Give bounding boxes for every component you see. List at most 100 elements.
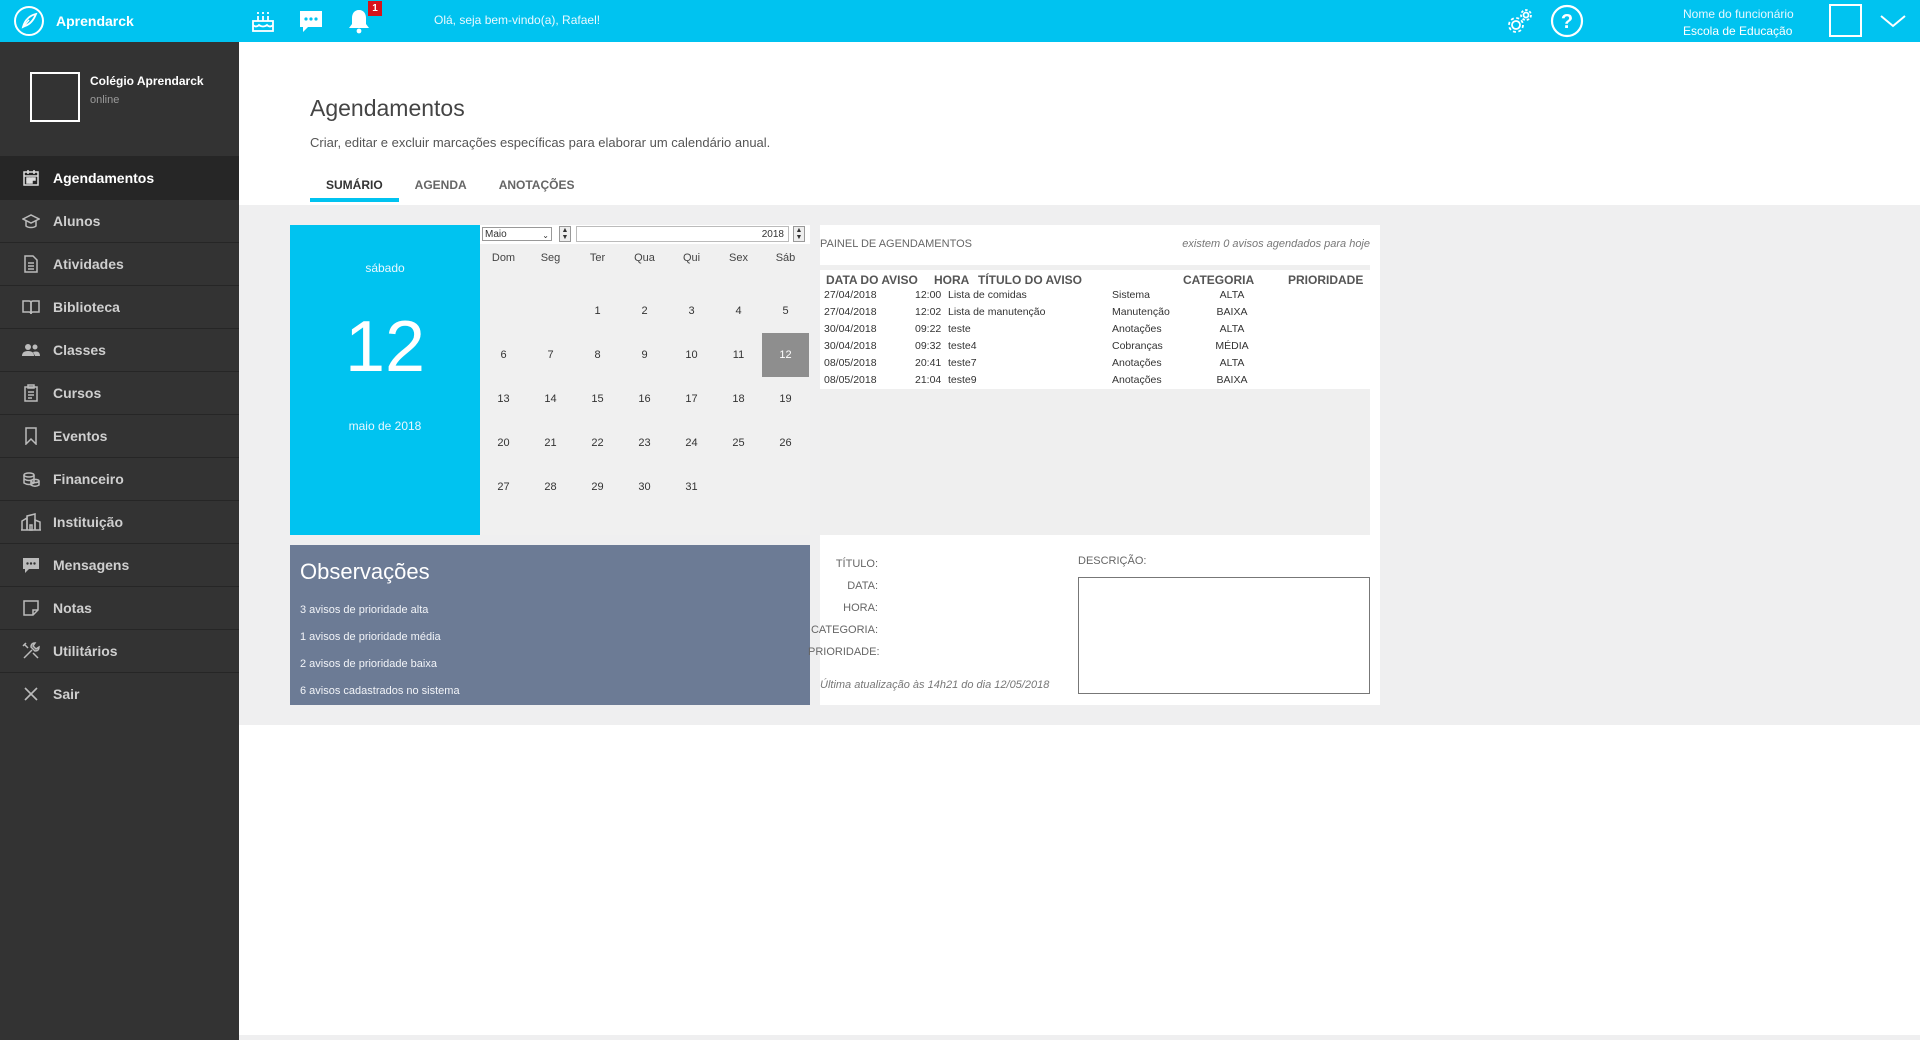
clipboard-icon — [21, 383, 41, 403]
column-header[interactable]: DATA DO AVISO — [826, 273, 918, 287]
observation-line: 1 avisos de prioridade média — [300, 631, 441, 643]
year-input[interactable]: 2018 — [576, 226, 789, 242]
column-header[interactable]: HORA — [934, 273, 969, 287]
calendar-day[interactable]: 9 — [621, 333, 668, 377]
today-count: existem 0 avisos agendados para hoje — [1182, 238, 1370, 250]
sidebar-item-financeiro[interactable]: Financeiro — [0, 457, 239, 500]
calendar-day[interactable]: 25 — [715, 421, 762, 465]
calendar-day[interactable]: 8 — [574, 333, 621, 377]
calendar-day[interactable]: 23 — [621, 421, 668, 465]
table-row[interactable]: 08/05/2018 20:41 teste7 Anotações ALTA — [820, 355, 1370, 372]
calendar-day[interactable]: 16 — [621, 377, 668, 421]
column-header[interactable]: PRIORIDADE — [1288, 273, 1363, 287]
calendar-day[interactable]: 7 — [527, 333, 574, 377]
calendar-day[interactable]: 1 — [574, 289, 621, 333]
description-box[interactable] — [1078, 577, 1370, 694]
calendar-day[interactable]: 11 — [715, 333, 762, 377]
sidebar-item-biblioteca[interactable]: Biblioteca — [0, 285, 239, 328]
column-header[interactable]: TÍTULO DO AVISO — [978, 273, 1082, 287]
top-bar: Aprendarck 1 Olá, seja bem-vindo(a), Raf… — [0, 0, 1920, 42]
tab-agenda[interactable]: AGENDA — [399, 176, 483, 204]
weekday-label: Qui — [682, 252, 701, 264]
calendar-day[interactable]: 26 — [762, 421, 809, 465]
table-cell: BAIXA — [1216, 374, 1248, 386]
chevron-down-icon[interactable] — [1878, 4, 1908, 38]
sidebar-item-atividades[interactable]: Atividades — [0, 242, 239, 285]
month-select[interactable]: Maio ⌄ — [482, 227, 552, 241]
column-header[interactable]: CATEGORIA — [1183, 273, 1254, 287]
schedule-table-header: DATA DO AVISO HORA TÍTULO DO AVISO CATEG… — [820, 270, 1370, 288]
sidebar-item-alunos[interactable]: Alunos — [0, 199, 239, 242]
calendar-day[interactable]: 17 — [668, 377, 715, 421]
sidebar-item-mensagens[interactable]: Mensagens — [0, 543, 239, 586]
page-description: Criar, editar e excluir marcações especí… — [310, 135, 771, 150]
calendar-day[interactable]: 6 — [480, 333, 527, 377]
sidebar-item-sair[interactable]: Sair — [0, 672, 239, 715]
school-avatar[interactable] — [30, 72, 80, 122]
table-row[interactable]: 27/04/2018 12:00 Lista de comidas Sistema AL… — [820, 287, 1370, 304]
gears-icon[interactable] — [1503, 4, 1537, 38]
month-spinner[interactable]: ▲ ▼ — [559, 226, 571, 242]
calendar-day[interactable]: 29 — [574, 465, 621, 509]
selected-month-year: maio de 2018 — [348, 419, 422, 433]
calendar-day[interactable]: 4 — [715, 289, 762, 333]
sidebar-item-eventos[interactable]: Eventos — [0, 414, 239, 457]
calendar-day[interactable]: 3 — [668, 289, 715, 333]
calendar-day[interactable]: 5 — [762, 289, 809, 333]
sidebar-item-instituicao[interactable]: Instituição — [0, 500, 239, 543]
calendar-day[interactable]: 22 — [574, 421, 621, 465]
table-row[interactable]: 08/05/2018 21:04 teste9 Anotações BAIXA — [820, 372, 1370, 389]
calendar: Maio ⌄ ▲ ▼ 2018 ▲ ▼ Dom Seg Ter Qua Qui Sex Sáb … — [480, 225, 810, 535]
svg-text:?: ? — [1561, 11, 1573, 33]
cake-icon[interactable] — [248, 4, 278, 38]
calendar-week: 13 14 15 16 17 18 19 — [480, 377, 810, 421]
calendar-day[interactable]: 24 — [668, 421, 715, 465]
calendar-day[interactable]: 20 — [480, 421, 527, 465]
calendar-day[interactable]: 19 — [762, 377, 809, 421]
table-cell: Anotações — [1112, 323, 1162, 335]
table-cell: 27/04/2018 — [824, 306, 877, 318]
calendar-week: 27 28 29 30 31 — [480, 465, 810, 509]
calendar-day[interactable]: 2 — [621, 289, 668, 333]
calendar-day[interactable]: 12 — [762, 333, 809, 377]
calendar-day[interactable]: 15 — [574, 377, 621, 421]
month-select-value: Maio — [485, 229, 507, 240]
schedule-panel: PAINEL DE AGENDAMENTOS existem 0 avisos … — [808, 225, 1380, 705]
table-row[interactable]: 27/04/2018 12:02 Lista de manutenção Manute… — [820, 304, 1370, 321]
help-icon[interactable]: ? — [1549, 4, 1585, 38]
last-update: Última atualização às 14h21 do dia 12/05… — [820, 679, 1050, 691]
sidebar-item-label: Cursos — [53, 385, 102, 401]
schedule-panel-title: PAINEL DE AGENDAMENTOS — [820, 238, 973, 250]
user-avatar[interactable] — [1829, 4, 1862, 37]
message-icon — [21, 555, 41, 575]
chat-icon[interactable] — [296, 4, 326, 38]
tab-sumario[interactable]: SUMÁRIO — [310, 176, 399, 204]
calendar-day[interactable]: 30 — [621, 465, 668, 509]
year-spinner[interactable]: ▲ ▼ — [793, 226, 805, 242]
calendar-day[interactable]: 31 — [668, 465, 715, 509]
calendar-day[interactable]: 10 — [668, 333, 715, 377]
sidebar-item-notas[interactable]: Notas — [0, 586, 239, 629]
calendar-day[interactable]: 14 — [527, 377, 574, 421]
tab-anotacoes[interactable]: ANOTAÇÕES — [483, 176, 591, 204]
sidebar-item-classes[interactable]: Classes — [0, 328, 239, 371]
sidebar-item-cursos[interactable]: Cursos — [0, 371, 239, 414]
observation-line: 2 avisos de prioridade baixa — [300, 658, 437, 670]
calendar-empty-cell — [527, 289, 574, 333]
calendar-day[interactable]: 27 — [480, 465, 527, 509]
sidebar-item-utilitarios[interactable]: Utilitários — [0, 629, 239, 672]
table-row[interactable]: 30/04/2018 09:32 teste4 Cobranças MÉDIA — [820, 338, 1370, 355]
calendar-day[interactable]: 18 — [715, 377, 762, 421]
sidebar-item-label: Mensagens — [53, 557, 130, 573]
table-cell: 30/04/2018 — [824, 340, 877, 352]
calendar-day[interactable]: 13 — [480, 377, 527, 421]
calendar-day[interactable]: 21 — [527, 421, 574, 465]
table-cell: Cobranças — [1112, 340, 1163, 352]
table-cell: 09:32 — [915, 340, 942, 352]
table-cell: Anotações — [1112, 374, 1162, 386]
logo[interactable]: Aprendarck — [13, 5, 134, 37]
calendar-day[interactable]: 28 — [527, 465, 574, 509]
welcome-message: Olá, seja bem-vindo(a), Rafael! — [434, 13, 601, 27]
table-row[interactable]: 30/04/2018 09:22 teste Anotações ALTA — [820, 321, 1370, 338]
sidebar-item-agendamentos[interactable]: Agendamentos — [0, 156, 239, 199]
